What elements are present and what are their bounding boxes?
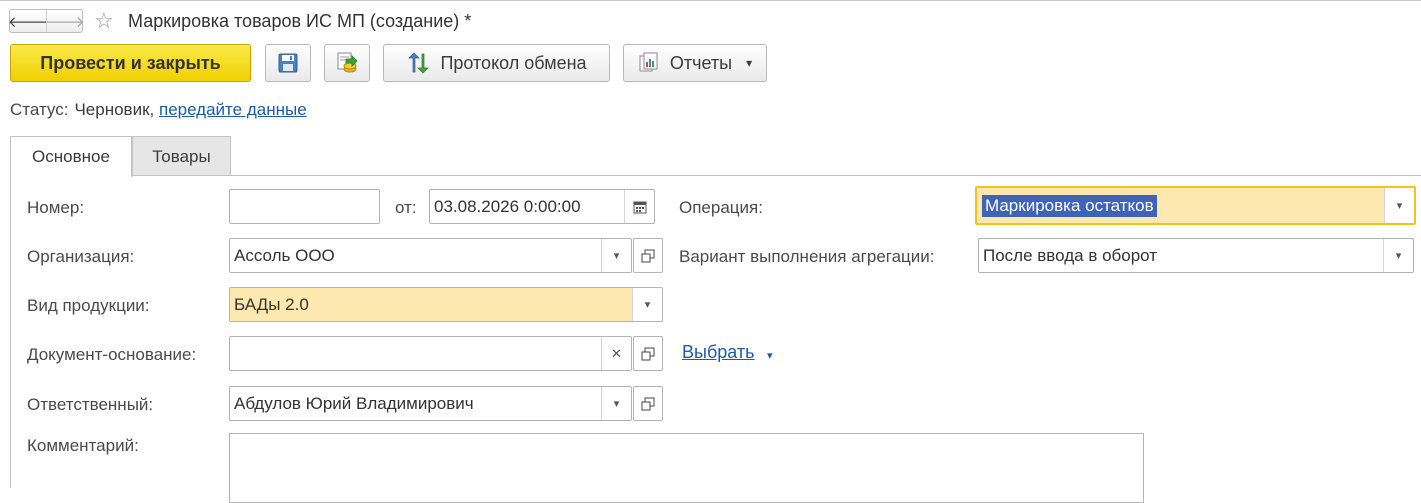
exchange-protocol-button[interactable]: Протокол обмена bbox=[383, 44, 610, 82]
transfer-data-link[interactable]: передайте данные bbox=[159, 100, 307, 119]
responsible-value: Абдулов Юрий Владимирович bbox=[234, 393, 474, 413]
panel-border bbox=[10, 175, 11, 488]
tab-main[interactable]: Основное bbox=[10, 136, 132, 177]
responsible-label: Ответственный: bbox=[27, 395, 154, 414]
date-label: от: bbox=[395, 198, 417, 217]
chevron-down-icon[interactable]: ▾ bbox=[1383, 239, 1413, 272]
product-type-value: БАДы 2.0 bbox=[230, 288, 632, 321]
reports-icon bbox=[638, 52, 660, 74]
base-document-label: Документ-основание: bbox=[27, 345, 197, 364]
status-label: Статус: bbox=[10, 100, 69, 119]
window-top-border bbox=[0, 0, 1421, 1]
operation-selected-text: Маркировка остатков bbox=[982, 194, 1157, 217]
comment-label: Комментарий: bbox=[27, 436, 139, 455]
open-base-document-button[interactable] bbox=[633, 336, 663, 371]
organization-label: Организация: bbox=[27, 247, 135, 266]
product-type-select[interactable]: БАДы 2.0 ▾ bbox=[229, 287, 663, 322]
chevron-down-icon[interactable]: ▾ bbox=[601, 239, 631, 272]
post-button[interactable] bbox=[324, 44, 370, 82]
open-form-icon bbox=[641, 249, 655, 262]
reports-button[interactable]: Отчеты ▾ bbox=[623, 44, 767, 82]
window-title: Маркировка товаров ИС МП (создание) * bbox=[128, 11, 472, 31]
floppy-disk-icon bbox=[278, 53, 298, 73]
organization-select[interactable]: Ассоль ООО ▾ bbox=[229, 238, 632, 273]
reports-label: Отчеты bbox=[669, 52, 733, 73]
clear-icon[interactable]: ✕ bbox=[601, 337, 631, 370]
back-arrow-icon[interactable]: 🡐 bbox=[8, 10, 48, 32]
product-type-label: Вид продукции: bbox=[27, 296, 150, 315]
chevron-down-icon[interactable]: ▾ bbox=[1384, 188, 1414, 223]
chevron-down-icon: ▾ bbox=[746, 56, 753, 70]
date-input[interactable]: 03.08.2026 0:00:00 bbox=[429, 189, 655, 224]
exchange-arrows-icon bbox=[406, 52, 430, 74]
aggregation-label: Вариант выполнения агрегации: bbox=[679, 247, 935, 266]
base-document-input[interactable]: ✕ bbox=[229, 336, 632, 371]
status-value: Черновик, bbox=[74, 100, 155, 119]
comment-textarea[interactable] bbox=[229, 433, 1144, 503]
tab-divider bbox=[10, 175, 1421, 176]
history-nav: 🡐 🡒 bbox=[8, 9, 85, 33]
organization-value: Ассоль ООО bbox=[234, 245, 335, 265]
chevron-down-icon[interactable]: ▾ bbox=[601, 387, 631, 420]
number-label: Номер: bbox=[27, 198, 85, 217]
number-input[interactable] bbox=[229, 189, 380, 224]
aggregation-value: После ввода в оборот bbox=[983, 245, 1158, 265]
aggregation-select[interactable]: После ввода в оборот ▾ bbox=[978, 238, 1414, 273]
post-document-icon bbox=[337, 52, 358, 73]
operation-select[interactable]: Маркировка остатков ▾ bbox=[975, 186, 1416, 225]
open-responsible-button[interactable] bbox=[633, 386, 663, 421]
document-status: Статус: Черновик, передайте данные bbox=[10, 99, 307, 121]
chevron-down-icon[interactable]: ▾ bbox=[767, 349, 773, 362]
open-form-icon bbox=[641, 397, 655, 410]
responsible-select[interactable]: Абдулов Юрий Владимирович ▾ bbox=[229, 386, 632, 421]
date-value: 03.08.2026 0:00:00 bbox=[434, 196, 581, 216]
exchange-protocol-label: Протокол обмена bbox=[440, 52, 587, 73]
favorite-star-icon[interactable]: ☆ bbox=[94, 9, 114, 33]
chevron-down-icon[interactable]: ▾ bbox=[632, 288, 662, 321]
save-button[interactable] bbox=[265, 44, 311, 82]
open-form-icon bbox=[641, 347, 655, 360]
operation-label: Операция: bbox=[679, 198, 763, 217]
post-and-close-button[interactable]: Провести и закрыть bbox=[10, 44, 251, 82]
open-organization-button[interactable] bbox=[633, 238, 663, 273]
forward-arrow-icon[interactable]: 🡒 bbox=[44, 10, 85, 32]
tab-goods[interactable]: Товары bbox=[132, 136, 231, 176]
calendar-icon[interactable] bbox=[624, 190, 654, 223]
operation-value: Маркировка остатков bbox=[977, 188, 1384, 223]
select-base-document-link[interactable]: Выбрать bbox=[682, 342, 755, 363]
